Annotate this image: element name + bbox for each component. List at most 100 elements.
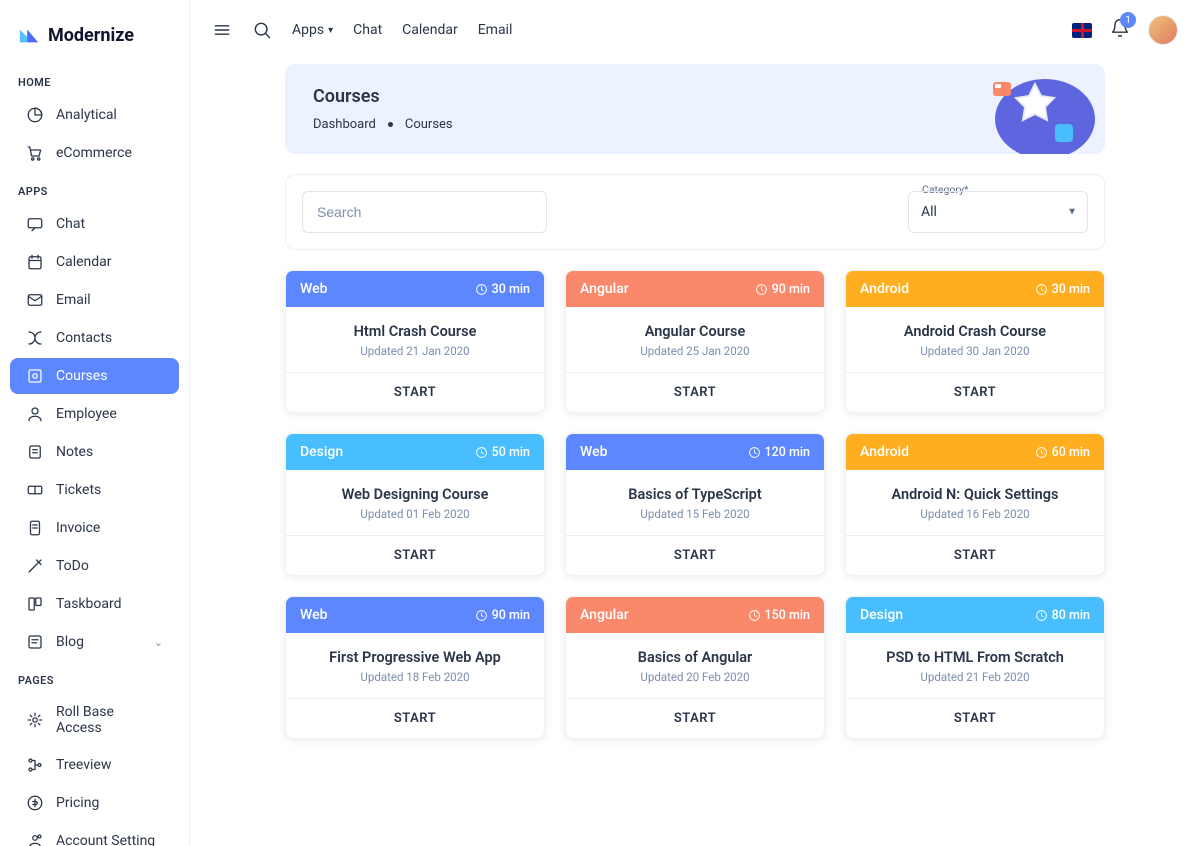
course-updated: Updated 01 Feb 2020	[298, 507, 532, 521]
menu-toggle-icon[interactable]	[212, 20, 232, 40]
course-body: Html Crash CourseUpdated 21 Jan 2020	[286, 307, 544, 372]
sidebar-item-ecommerce[interactable]: eCommerce	[10, 135, 179, 171]
start-button[interactable]: START	[566, 698, 824, 738]
toplink-chat[interactable]: Chat	[353, 22, 382, 38]
sidebar-item-invoice[interactable]: Invoice	[10, 510, 179, 546]
course-header: Web30 min	[286, 271, 544, 307]
header-illustration	[955, 64, 1095, 154]
sidebar-item-analytical[interactable]: Analytical	[10, 97, 179, 133]
dropdown-arrow-icon: ▼	[1067, 207, 1077, 218]
course-updated: Updated 18 Feb 2020	[298, 670, 532, 684]
toplink-calendar[interactable]: Calendar	[402, 22, 458, 38]
course-duration: 50 min	[475, 445, 530, 460]
sidebar-item-roll-base-access[interactable]: Roll Base Access	[10, 695, 179, 745]
topbar: Apps ▾ Chat Calendar Email 1	[190, 0, 1200, 60]
category-value: All	[921, 204, 937, 220]
pricing-icon	[26, 794, 44, 812]
sidebar-item-label: Courses	[56, 368, 107, 384]
invoice-icon	[26, 519, 44, 537]
course-card: Web90 minFirst Progressive Web AppUpdate…	[285, 596, 545, 739]
course-updated: Updated 25 Jan 2020	[578, 344, 812, 358]
user-avatar[interactable]	[1148, 15, 1178, 45]
course-title: Basics of Angular	[578, 649, 812, 666]
course-body: Angular Course Updated 25 Jan 2020	[566, 307, 824, 372]
email-icon	[26, 291, 44, 309]
course-body: First Progressive Web AppUpdated 18 Feb …	[286, 633, 544, 698]
course-duration: 90 min	[755, 282, 810, 297]
start-button[interactable]: START	[846, 698, 1104, 738]
course-title: Android N: Quick Settings	[858, 486, 1092, 503]
start-button[interactable]: START	[846, 372, 1104, 412]
search-icon[interactable]	[252, 20, 272, 40]
ecommerce-icon	[26, 144, 44, 162]
toplink-apps-label: Apps	[292, 22, 324, 38]
start-button[interactable]: START	[286, 372, 544, 412]
course-duration: 150 min	[748, 608, 810, 623]
course-updated: Updated 15 Feb 2020	[578, 507, 812, 521]
sidebar-item-label: eCommerce	[56, 145, 132, 161]
chevron-down-icon: ⌄	[154, 636, 163, 649]
sidebar-item-blog[interactable]: Blog ⌄	[10, 624, 179, 660]
course-category: Web	[580, 444, 607, 460]
brand-name: Modernize	[48, 25, 134, 46]
sidebar-item-contacts[interactable]: Contacts	[10, 320, 179, 356]
course-title: PSD to HTML From Scratch	[858, 649, 1092, 666]
page-header-card: Courses Dashboard Courses	[285, 64, 1105, 154]
course-body: Basics of TypeScriptUpdated 15 Feb 2020	[566, 470, 824, 535]
course-category: Design	[860, 607, 903, 623]
sidebar-item-taskboard[interactable]: Taskboard	[10, 586, 179, 622]
sidebar-item-label: Chat	[56, 216, 85, 232]
start-button[interactable]: START	[846, 535, 1104, 575]
sidebar-item-label: Blog	[56, 634, 84, 650]
breadcrumb-current: Courses	[405, 117, 453, 132]
analytical-icon	[26, 106, 44, 124]
course-duration: 120 min	[748, 445, 810, 460]
course-body: Android N: Quick SettingsUpdated 16 Feb …	[846, 470, 1104, 535]
sidebar-item-treeview[interactable]: Treeview	[10, 747, 179, 783]
sidebar-item-label: Treeview	[56, 757, 111, 773]
brand[interactable]: Modernize	[0, 10, 189, 64]
sidebar: Modernize HOME AnalyticaleCommerce APPS …	[0, 0, 190, 846]
sidebar-item-pricing[interactable]: Pricing	[10, 785, 179, 821]
sidebar-item-employee[interactable]: Employee	[10, 396, 179, 432]
sidebar-item-account-setting[interactable]: Account Setting	[10, 823, 179, 846]
course-header: Android30 min	[846, 271, 1104, 307]
course-card: Design 80 min PSD to HTML From ScratchUpda…	[845, 596, 1105, 739]
sidebar-item-calendar[interactable]: Calendar	[10, 244, 179, 280]
sidebar-section-home: HOME	[0, 64, 189, 95]
course-card: Design50 minWeb Designing CourseUpdated …	[285, 433, 545, 576]
start-button[interactable]: START	[286, 535, 544, 575]
course-duration: 80 min	[1035, 608, 1090, 623]
sidebar-item-tickets[interactable]: Tickets	[10, 472, 179, 508]
course-category: Angular	[580, 607, 629, 623]
toplink-apps[interactable]: Apps ▾	[292, 22, 333, 38]
sidebar-item-todo[interactable]: ToDo	[10, 548, 179, 584]
account-setting-icon	[26, 832, 44, 846]
course-title: Angular Course	[578, 323, 812, 340]
notifications-button[interactable]: 1	[1110, 18, 1130, 42]
course-title: Html Crash Course	[298, 323, 532, 340]
course-header: Android60 min	[846, 434, 1104, 470]
sidebar-item-notes[interactable]: Notes	[10, 434, 179, 470]
sidebar-item-label: Pricing	[56, 795, 99, 811]
category-select[interactable]: All ▼	[908, 191, 1088, 233]
breadcrumb-separator-icon	[388, 122, 393, 127]
start-button[interactable]: START	[286, 698, 544, 738]
sidebar-item-label: Employee	[56, 406, 117, 422]
sidebar-item-email[interactable]: Email	[10, 282, 179, 318]
sidebar-item-chat[interactable]: Chat	[10, 206, 179, 242]
course-updated: Updated 30 Jan 2020	[858, 344, 1092, 358]
course-body: PSD to HTML From ScratchUpdated 21 Feb 2…	[846, 633, 1104, 698]
course-category: Web	[300, 281, 327, 297]
sidebar-item-label: Calendar	[56, 254, 112, 270]
language-flag-icon[interactable]	[1072, 23, 1092, 38]
course-header: Design 80 min	[846, 597, 1104, 633]
sidebar-item-label: Account Setting	[56, 833, 155, 846]
start-button[interactable]: START	[566, 535, 824, 575]
breadcrumb-home[interactable]: Dashboard	[313, 117, 376, 132]
sidebar-item-label: Tickets	[56, 482, 101, 498]
sidebar-item-courses[interactable]: Courses	[10, 358, 179, 394]
toplink-email[interactable]: Email	[478, 22, 513, 38]
search-input[interactable]	[302, 191, 547, 233]
start-button[interactable]: START	[566, 372, 824, 412]
